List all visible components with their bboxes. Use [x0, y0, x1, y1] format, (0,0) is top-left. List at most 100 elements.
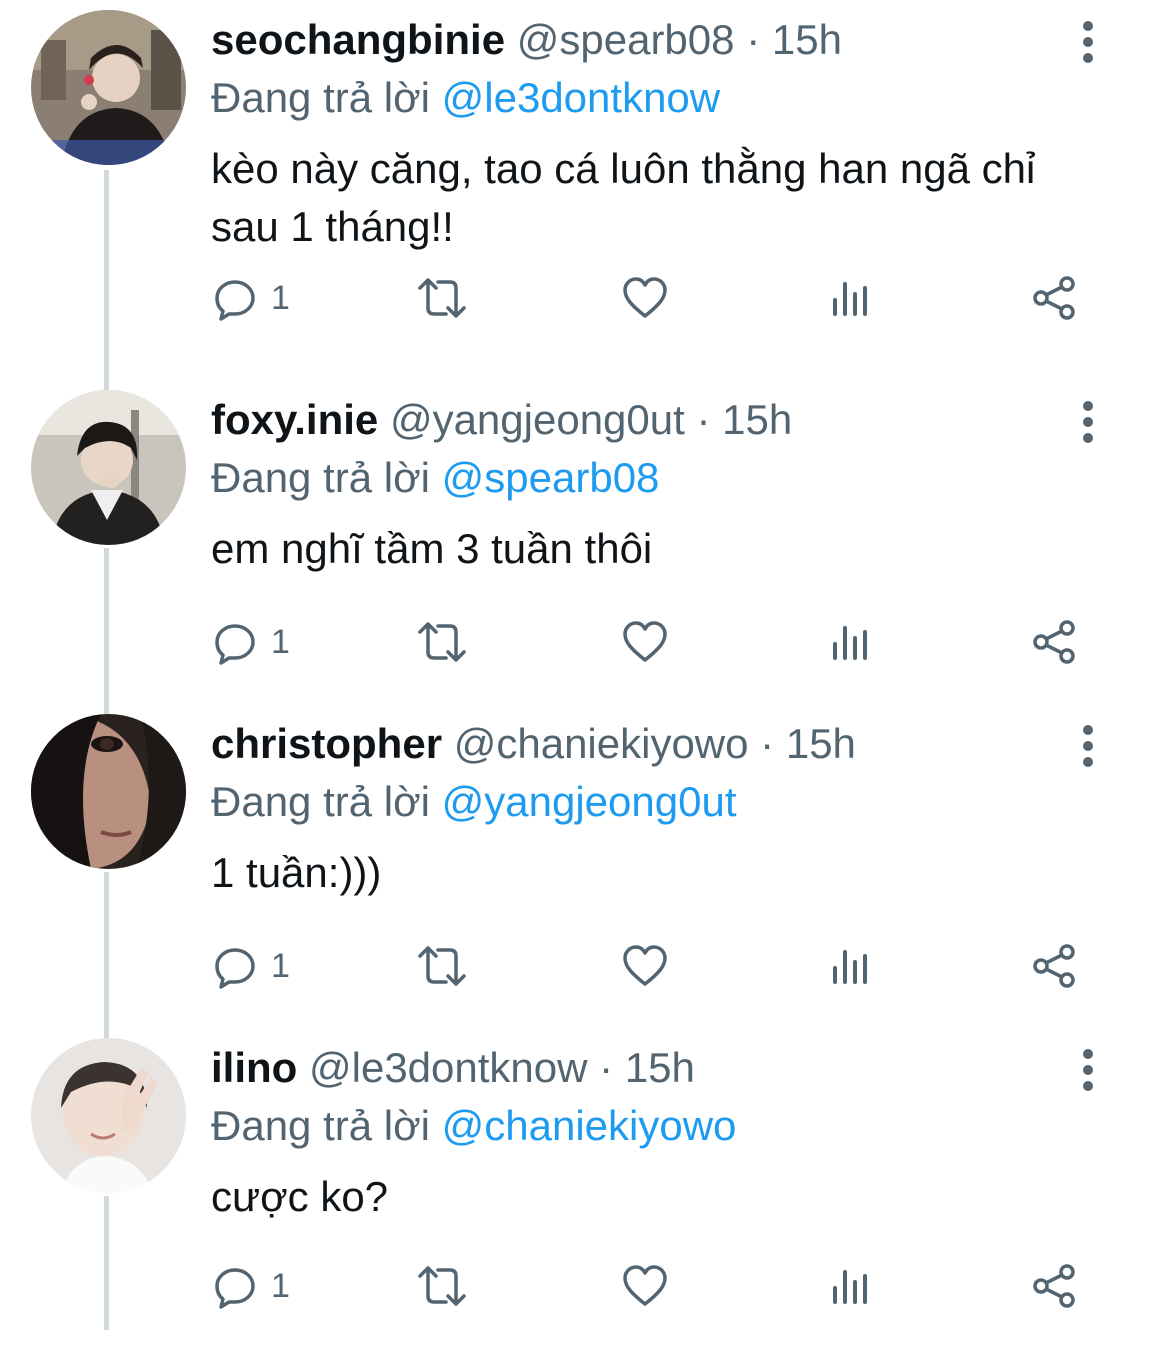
separator: · [760, 720, 775, 767]
tweet-header: christopher @chaniekiyowo · 15h [211, 716, 856, 772]
tweet-text: em nghĩ tầm 3 tuần thôi [211, 525, 653, 572]
views-icon [833, 626, 867, 660]
retweet-button[interactable] [414, 612, 470, 672]
avatar[interactable] [31, 1038, 186, 1193]
display-name[interactable]: foxy.inie [211, 396, 378, 443]
like-button[interactable] [621, 1256, 669, 1316]
share-icon [1033, 1264, 1075, 1308]
tweet-text: kèo này căng, tao cá luôn thằng han ngã … [211, 145, 1036, 250]
reply-button[interactable]: 1 [211, 268, 290, 328]
tweet-text: cược ko? [211, 1173, 389, 1220]
action-bar: 1 [211, 268, 1091, 328]
views-button[interactable] [829, 268, 873, 328]
retweet-icon [418, 278, 466, 318]
heart-icon [623, 1265, 667, 1306]
username[interactable]: @spearb08 [517, 16, 735, 63]
separator: · [696, 396, 711, 443]
tweet-header: ilino @le3dontknow · 15h [211, 1040, 695, 1096]
like-button[interactable] [621, 936, 669, 996]
username[interactable]: @le3dontknow [309, 1044, 587, 1091]
separator: · [746, 16, 761, 63]
reply-count: 1 [271, 1266, 290, 1305]
share-icon [1033, 620, 1075, 664]
action-bar: 1 [211, 936, 1091, 996]
tweet[interactable]: christopher @chaniekiyowo · 15h Đang trả… [0, 704, 1152, 1028]
avatar-image [31, 714, 186, 869]
display-name[interactable]: seochangbinie [211, 16, 505, 63]
reply-icon [215, 624, 255, 665]
reply-button[interactable]: 1 [211, 936, 290, 996]
views-icon [833, 1270, 867, 1304]
display-name[interactable]: christopher [211, 720, 442, 767]
views-icon [833, 950, 867, 984]
reply-icon [215, 280, 255, 321]
timestamp[interactable]: 15h [772, 16, 842, 63]
timestamp[interactable]: 15h [625, 1044, 695, 1091]
like-button[interactable] [621, 612, 669, 672]
reply-icon [215, 1268, 255, 1309]
retweet-button[interactable] [414, 268, 470, 328]
replying-to: Đang trả lời @chaniekiyowo [211, 1098, 736, 1154]
replying-to-link[interactable]: @spearb08 [442, 454, 660, 501]
reply-button[interactable]: 1 [211, 1256, 290, 1316]
more-vertical-icon [1083, 21, 1093, 63]
tweet[interactable]: ilino @le3dontknow · 15h Đang trả lời @c… [0, 1028, 1152, 1352]
more-vertical-icon [1083, 401, 1093, 443]
timestamp[interactable]: 15h [722, 396, 792, 443]
timestamp[interactable]: 15h [786, 720, 856, 767]
separator: · [599, 1044, 614, 1091]
reply-count: 1 [271, 622, 290, 661]
share-icon [1033, 276, 1075, 320]
heart-icon [623, 945, 667, 986]
more-vertical-icon [1083, 1049, 1093, 1091]
reply-count: 1 [271, 278, 290, 317]
display-name[interactable]: ilino [211, 1044, 297, 1091]
avatar[interactable] [31, 714, 186, 869]
replying-to-label: Đang trả lời [211, 454, 430, 501]
views-button[interactable] [829, 936, 873, 996]
tweet-header: seochangbinie @spearb08 · 15h [211, 12, 842, 68]
replying-to: Đang trả lời @yangjeong0ut [211, 774, 737, 830]
share-button[interactable] [1029, 1256, 1079, 1316]
replying-to-link[interactable]: @yangjeong0ut [442, 778, 737, 825]
views-button[interactable] [829, 1256, 873, 1316]
tweet[interactable]: seochangbinie @spearb08 · 15h Đang trả l… [0, 0, 1152, 324]
username[interactable]: @yangjeong0ut [390, 396, 685, 443]
reply-button[interactable]: 1 [211, 612, 290, 672]
avatar[interactable] [31, 10, 186, 165]
avatar-image [31, 1038, 186, 1193]
more-button[interactable] [1066, 18, 1110, 68]
replying-to-link[interactable]: @le3dontknow [442, 74, 720, 121]
avatar-image [31, 390, 186, 545]
more-button[interactable] [1066, 1046, 1110, 1096]
like-button[interactable] [621, 268, 669, 328]
action-bar: 1 [211, 612, 1091, 672]
tweet-header: foxy.inie @yangjeong0ut · 15h [211, 392, 792, 448]
action-bar: 1 [211, 1256, 1091, 1316]
retweet-button[interactable] [414, 1256, 470, 1316]
share-button[interactable] [1029, 612, 1079, 672]
username[interactable]: @chaniekiyowo [454, 720, 749, 767]
share-icon [1033, 944, 1075, 988]
views-button[interactable] [829, 612, 873, 672]
replying-to-label: Đang trả lời [211, 778, 430, 825]
retweet-icon [418, 622, 466, 662]
share-button[interactable] [1029, 268, 1079, 328]
more-button[interactable] [1066, 722, 1110, 772]
share-button[interactable] [1029, 936, 1079, 996]
views-icon [833, 282, 867, 316]
replying-to-link[interactable]: @chaniekiyowo [442, 1102, 737, 1149]
replying-to-label: Đang trả lời [211, 74, 430, 121]
replying-to: Đang trả lời @le3dontknow [211, 70, 720, 126]
more-button[interactable] [1066, 398, 1110, 448]
reply-icon [215, 948, 255, 989]
replying-to: Đang trả lời @spearb08 [211, 450, 659, 506]
avatar[interactable] [31, 390, 186, 545]
heart-icon [623, 277, 667, 318]
more-vertical-icon [1083, 725, 1093, 767]
retweet-icon [418, 1266, 466, 1306]
retweet-button[interactable] [414, 936, 470, 996]
avatar-image [31, 10, 186, 165]
tweet-text: 1 tuần:))) [211, 849, 382, 896]
tweet[interactable]: foxy.inie @yangjeong0ut · 15h Đang trả l… [0, 380, 1152, 704]
